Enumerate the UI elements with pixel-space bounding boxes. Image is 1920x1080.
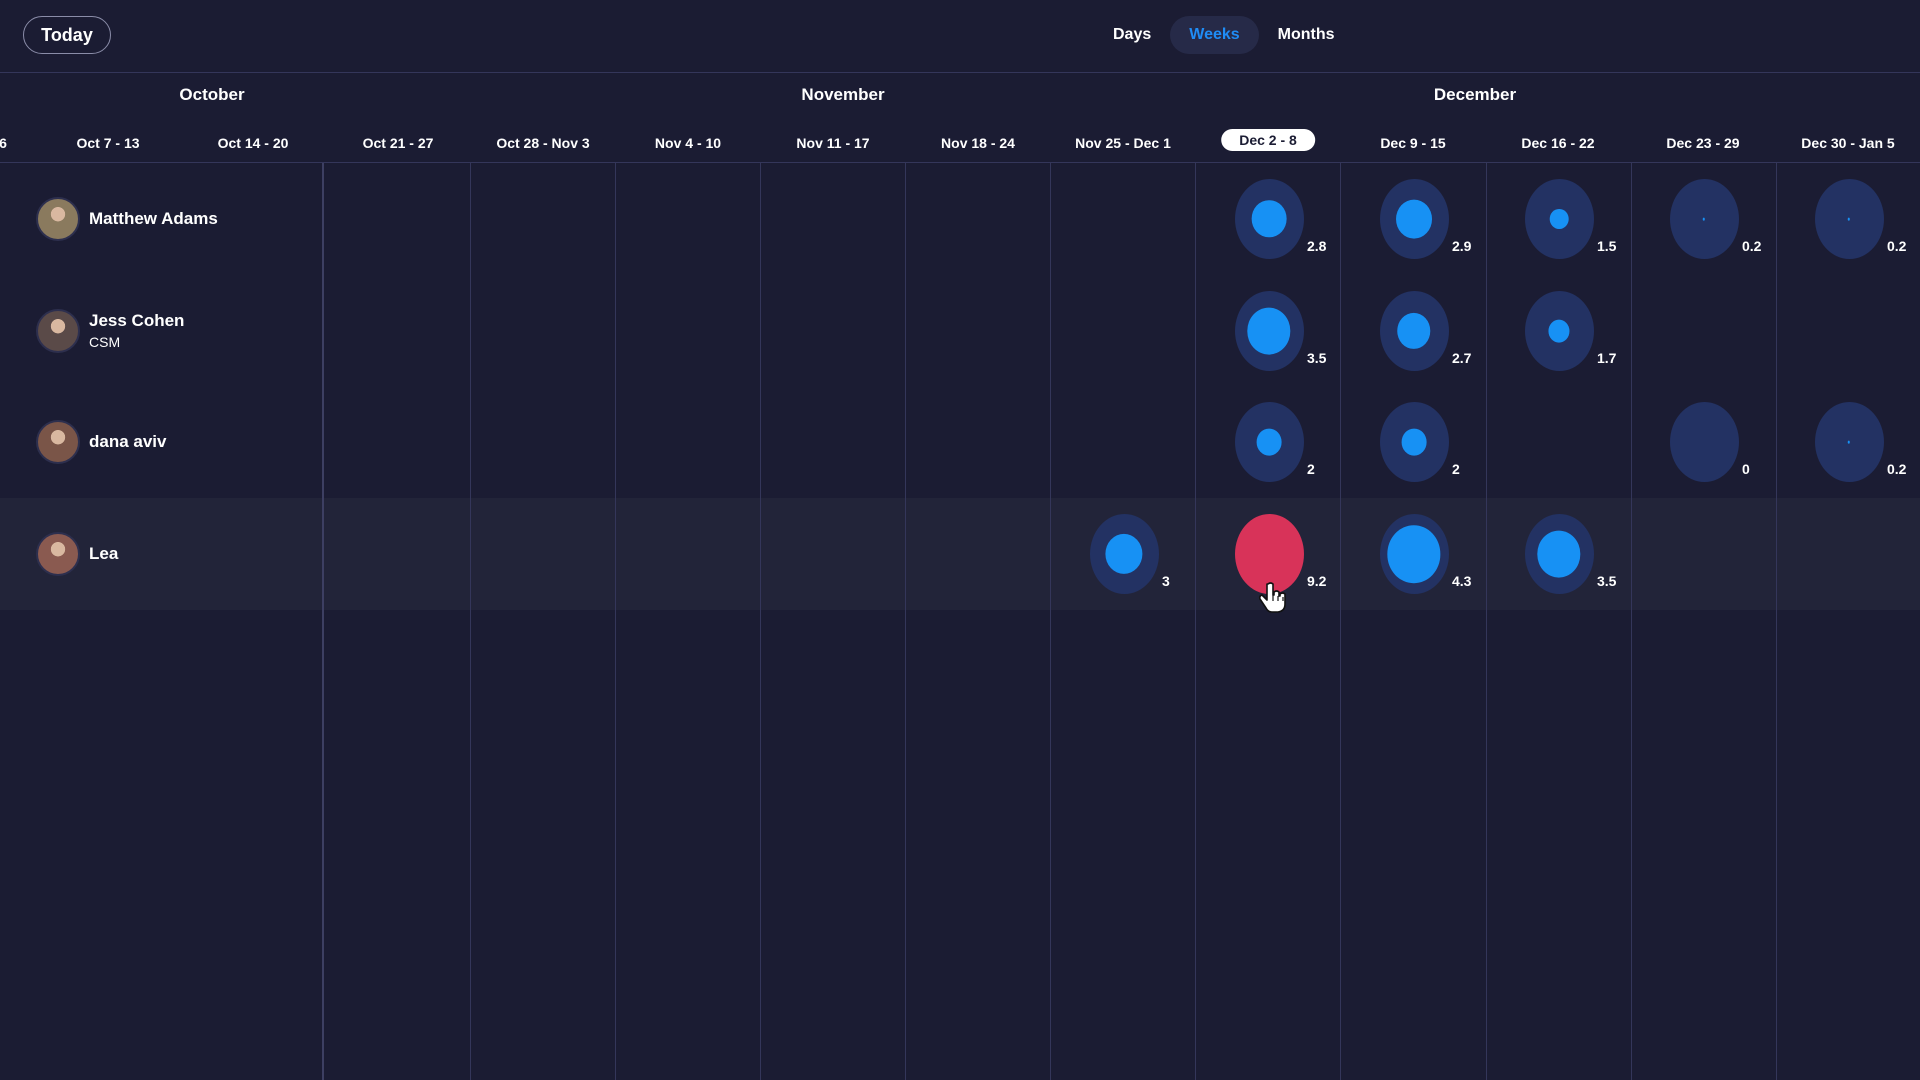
- view-months-button[interactable]: Months: [1259, 16, 1354, 54]
- allocation-value: 0.2: [1887, 461, 1907, 477]
- people-column-divider: [322, 163, 324, 1080]
- allocation-value: 0: [1742, 461, 1750, 477]
- week-column-divider: [470, 163, 471, 1080]
- week-column-divider: [1340, 163, 1341, 1080]
- allocation-value: 2.8: [1307, 238, 1327, 254]
- avatar: [36, 532, 80, 576]
- week-label-oct-7-13[interactable]: Oct 7 - 13: [58, 132, 157, 154]
- allocation-bubble[interactable]: [1234, 291, 1304, 371]
- person-name: Jess Cohen: [89, 311, 185, 330]
- allocation-fill: [1537, 530, 1581, 578]
- allocation-fill: [1247, 307, 1291, 355]
- week-column-divider: [760, 163, 761, 1080]
- resource-planner: Today Days Weeks Months October November…: [0, 0, 1920, 1080]
- person-name: Matthew Adams: [89, 209, 218, 228]
- allocation-bubble[interactable]: [1234, 402, 1304, 482]
- allocation-value: 1.7: [1597, 350, 1617, 366]
- month-label-december: December: [1433, 85, 1517, 104]
- week-label-nov-4-10[interactable]: Nov 4 - 10: [637, 132, 739, 154]
- allocation-value: 2.7: [1452, 350, 1472, 366]
- week-column-divider: [1631, 163, 1632, 1080]
- allocation-fill: [1397, 312, 1431, 350]
- week-label-nov-18-24[interactable]: Nov 18 - 24: [923, 132, 1033, 154]
- person-row-dana-aviv[interactable]: dana aviv: [0, 386, 320, 498]
- allocation-fill: [1847, 440, 1851, 444]
- person-row-jess-cohen[interactable]: Jess Cohen CSM: [0, 275, 320, 387]
- person-row-matthew-adams[interactable]: Matthew Adams: [0, 163, 320, 275]
- allocation-bubble[interactable]: [1669, 402, 1739, 482]
- week-header: 6 Oct 7 - 13 Oct 14 - 20 Oct 21 - 27 Oct 28 …: [0, 117, 1920, 163]
- toolbar: Today Days Weeks Months: [0, 0, 1920, 73]
- allocation-value: 0.2: [1742, 238, 1762, 254]
- allocation-bubble[interactable]: [1524, 179, 1594, 259]
- month-label-october: October: [179, 85, 245, 104]
- allocation-fill: [1702, 217, 1706, 221]
- view-weeks-button[interactable]: Weeks: [1170, 16, 1259, 54]
- allocation-fill: [1256, 428, 1282, 456]
- month-label-november: November: [801, 85, 885, 104]
- allocation-value: 3.5: [1307, 350, 1327, 366]
- avatar: [36, 420, 80, 464]
- view-days-button[interactable]: Days: [1094, 16, 1170, 54]
- allocation-value: 2: [1452, 461, 1460, 477]
- allocation-bubble[interactable]: [1379, 179, 1449, 259]
- allocation-fill: [1387, 525, 1441, 583]
- allocation-bubble[interactable]: [1379, 514, 1449, 594]
- person-name: Lea: [89, 544, 119, 563]
- week-label-dec-2-8[interactable]: Dec 2 - 8: [1221, 129, 1315, 151]
- week-column-divider: [1050, 163, 1051, 1080]
- week-label-dec-9-15[interactable]: Dec 9 - 15: [1362, 132, 1463, 154]
- allocation-fill: [1401, 428, 1427, 456]
- allocation-value: 9.2: [1307, 573, 1327, 589]
- view-switcher: Days Weeks Months: [1094, 16, 1354, 54]
- person-name: dana aviv: [89, 432, 167, 451]
- week-label-dec-30-jan-5[interactable]: Dec 30 - Jan 5: [1783, 132, 1912, 154]
- allocation-value: 3: [1162, 573, 1170, 589]
- hand-pointer-cursor-icon: [1258, 582, 1286, 613]
- allocation-bubble[interactable]: [1379, 402, 1449, 482]
- week-label-oct-14-20[interactable]: Oct 14 - 20: [200, 132, 307, 154]
- allocation-value: 3.5: [1597, 573, 1617, 589]
- week-label-oct-28-nov-3[interactable]: Oct 28 - Nov 3: [478, 132, 607, 154]
- allocation-value: 2: [1307, 461, 1315, 477]
- allocation-bubble[interactable]: [1524, 514, 1594, 594]
- avatar: [36, 197, 80, 241]
- week-column-divider: [1195, 163, 1196, 1080]
- allocation-bubble[interactable]: [1234, 179, 1304, 259]
- allocation-bubble[interactable]: [1814, 179, 1884, 259]
- allocation-value: 1.5: [1597, 238, 1617, 254]
- week-column-divider: [615, 163, 616, 1080]
- person-row-lea[interactable]: Lea: [0, 498, 320, 610]
- allocation-bubble[interactable]: [1089, 514, 1159, 594]
- allocation-fill: [1549, 208, 1569, 230]
- today-button[interactable]: Today: [23, 16, 111, 54]
- allocation-value: 0.2: [1887, 238, 1907, 254]
- week-label-6[interactable]: 6: [0, 132, 25, 154]
- allocation-fill: [1548, 319, 1570, 343]
- allocation-fill: [1396, 199, 1432, 239]
- allocation-fill: [1251, 200, 1287, 238]
- week-label-nov-11-17[interactable]: Nov 11 - 17: [778, 132, 887, 154]
- allocation-value: 2.9: [1452, 238, 1472, 254]
- allocation-bubble[interactable]: [1669, 179, 1739, 259]
- week-label-dec-16-22[interactable]: Dec 16 - 22: [1503, 132, 1612, 154]
- allocation-bubble[interactable]: [1524, 291, 1594, 371]
- week-label-nov-25-dec-1[interactable]: Nov 25 - Dec 1: [1057, 132, 1189, 154]
- allocation-fill: [1847, 217, 1851, 221]
- avatar: [36, 309, 80, 353]
- person-role: CSM: [89, 334, 121, 350]
- allocation-bubble[interactable]: [1814, 402, 1884, 482]
- allocation-value: 4.3: [1452, 573, 1472, 589]
- month-header: October November December: [0, 73, 1920, 117]
- week-column-divider: [1776, 163, 1777, 1080]
- timeline-grid: Matthew Adams 2.8 2.9 1.5 0.2 0.2 Jess Cohen CS…: [0, 163, 1920, 1080]
- week-column-divider: [905, 163, 906, 1080]
- week-label-dec-23-29[interactable]: Dec 23 - 29: [1648, 132, 1757, 154]
- week-column-divider: [1486, 163, 1487, 1080]
- allocation-fill: [1105, 533, 1143, 575]
- allocation-bubble[interactable]: [1379, 291, 1449, 371]
- week-label-oct-21-27[interactable]: Oct 21 - 27: [345, 132, 452, 154]
